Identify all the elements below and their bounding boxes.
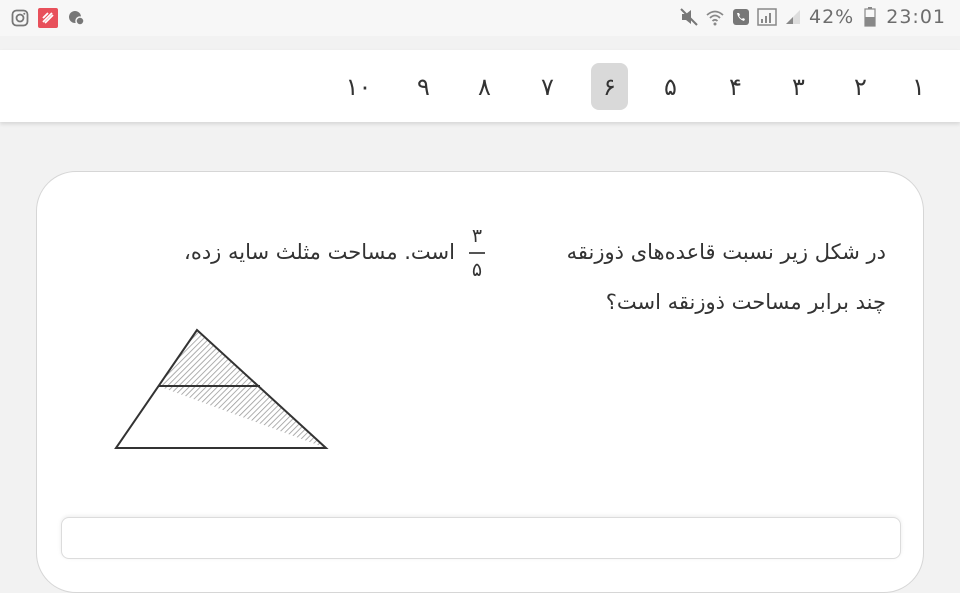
battery-percent: 42%: [809, 6, 855, 28]
question-number-6[interactable]: ۶: [591, 63, 628, 110]
question-text-line2: چند برابر مساحت ذوزنقه است؟: [605, 290, 886, 314]
wifi-icon: [705, 7, 725, 27]
question-text-line1-part1: در شکل زیر نسبت قاعده‌های ذوزنقه: [566, 240, 886, 264]
question-number-3[interactable]: ۳: [780, 63, 817, 110]
shaded-triangle: [158, 386, 326, 448]
signal-weak-icon: [783, 7, 803, 27]
question-number-8[interactable]: ۸: [466, 63, 503, 110]
phone-icon: [731, 7, 751, 27]
status-bar: 42% 23:01: [0, 0, 960, 36]
question-number-2[interactable]: ۲: [842, 63, 879, 110]
question-number-5[interactable]: ۵: [652, 63, 689, 110]
answer-option-box[interactable]: [61, 517, 901, 559]
shaded-small-triangle: [158, 330, 260, 386]
question-number-1[interactable]: ۱: [900, 63, 937, 110]
trapezoid-figure: [110, 324, 340, 456]
fraction-denominator: ۵: [471, 259, 483, 281]
mute-icon: [679, 7, 699, 27]
question-number-7[interactable]: ۷: [529, 63, 566, 110]
app-icon: [38, 8, 58, 28]
fraction-numerator: ۳: [471, 225, 483, 247]
battery-icon: [860, 7, 880, 27]
clock: 23:01: [886, 6, 946, 28]
question-number-bar: ۱ ۲ ۳ ۴ ۵ ۶ ۷ ۸ ۹ ۱۰: [0, 50, 960, 122]
question-number-10[interactable]: ۱۰: [340, 63, 377, 110]
ratio-fraction: ۳ ۵: [464, 224, 490, 284]
question-number-4[interactable]: ۴: [717, 63, 754, 110]
question-number-9[interactable]: ۹: [405, 63, 442, 110]
signal-icon: [757, 7, 777, 27]
fraction-bar: [469, 252, 485, 254]
instagram-icon: [10, 8, 30, 28]
cloud-icon: [66, 8, 86, 28]
question-text-line1-part2: است. مساحت مثلث سایه زده،: [184, 240, 455, 264]
